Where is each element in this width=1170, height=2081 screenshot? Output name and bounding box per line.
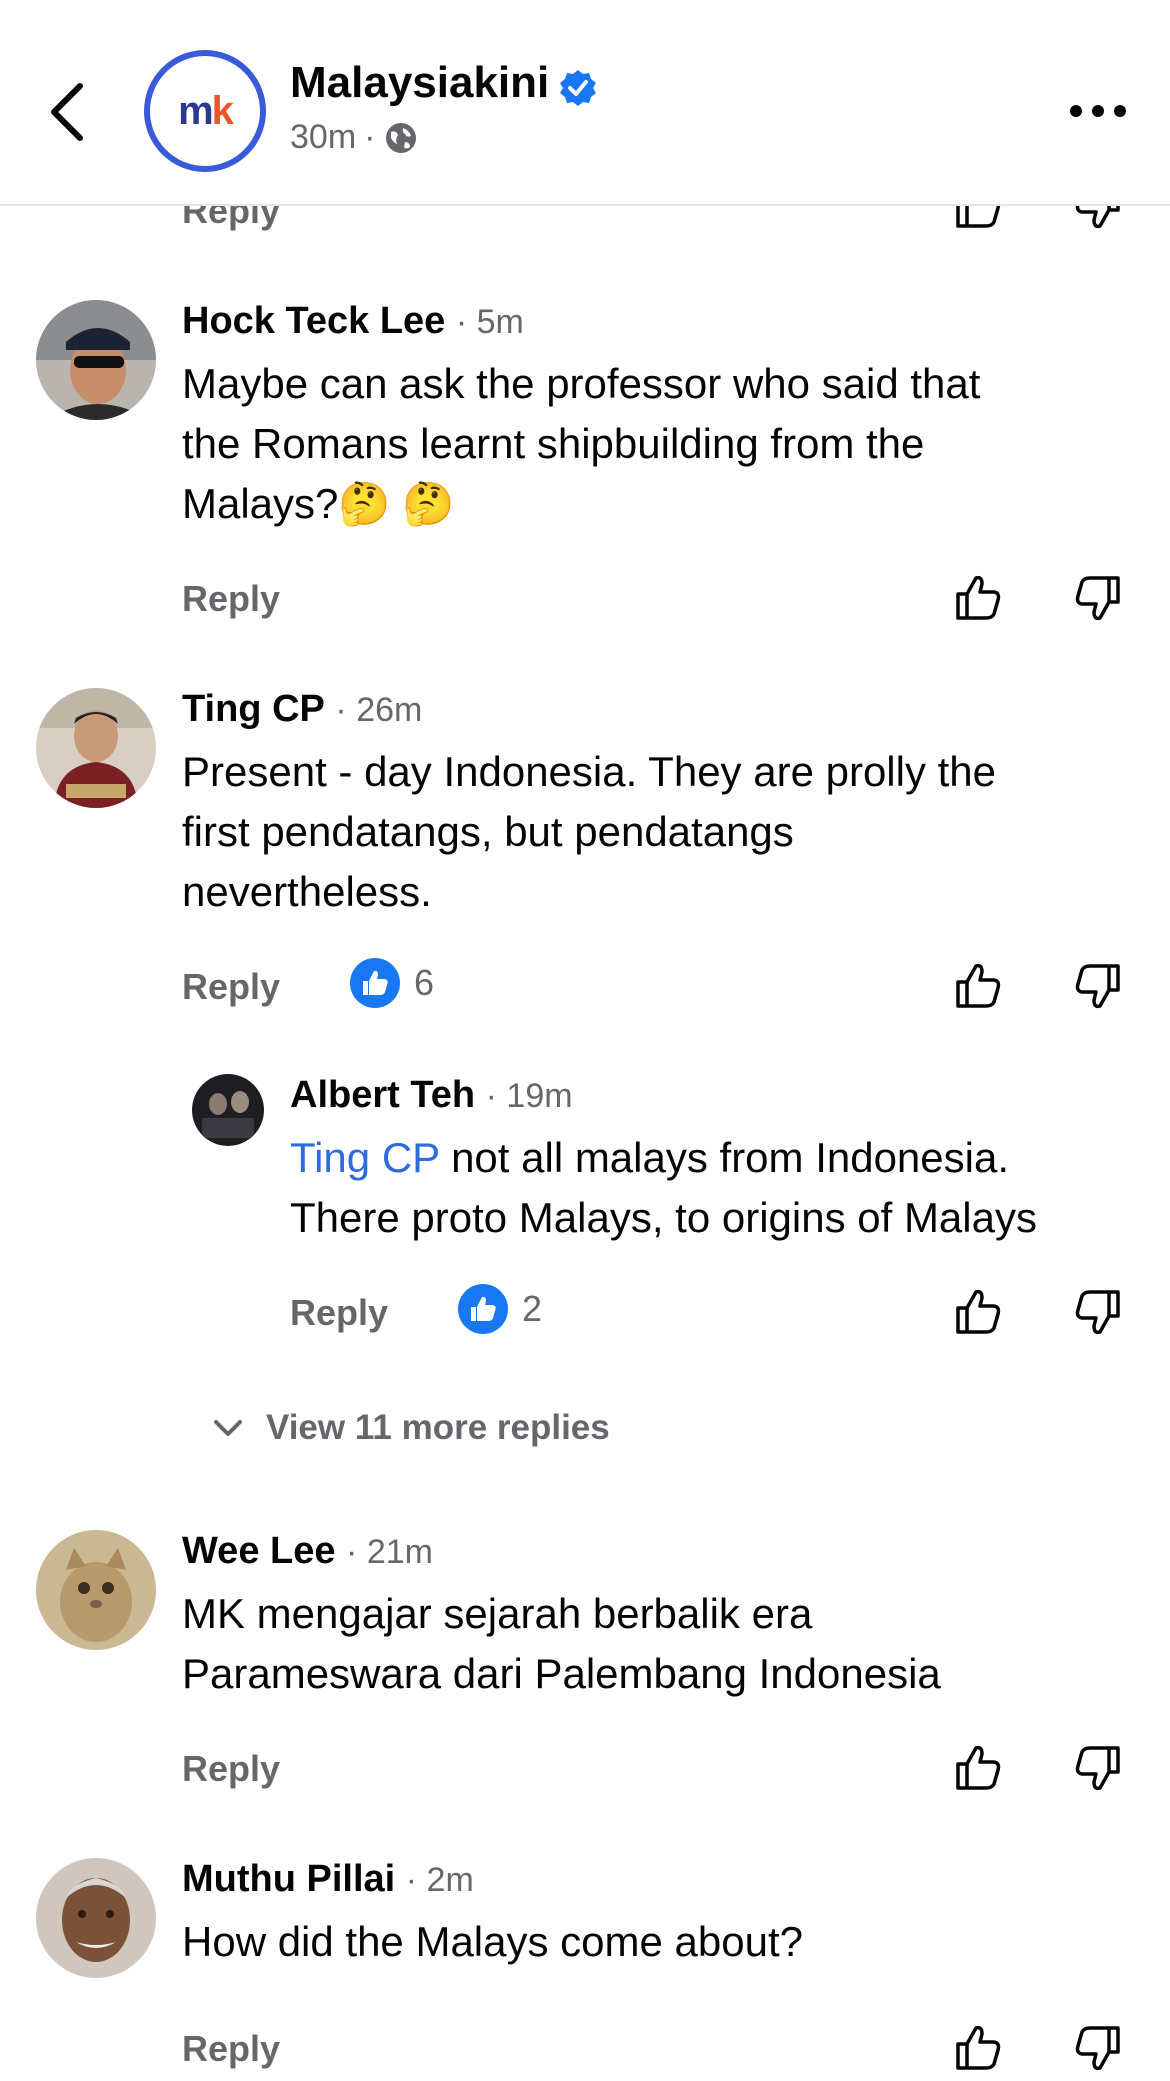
comment-header: Muthu Pillai · 2m xyxy=(182,1858,474,1901)
avatar-photo xyxy=(36,300,156,420)
avatar[interactable] xyxy=(192,1074,264,1146)
avatar-photo xyxy=(36,688,156,808)
avatar-photo xyxy=(36,1530,156,1650)
thumbs-up-icon[interactable] xyxy=(952,1286,1004,1338)
comment-text: MK mengajar sejarah berbalik era Parames… xyxy=(182,1584,941,1704)
comment-text-line: How did the Malays come about? xyxy=(182,1918,803,1965)
comment-time: · 2m xyxy=(405,1861,474,1899)
comment-text: Present - day Indonesia. They are prolly… xyxy=(182,742,996,922)
thumbs-down-icon[interactable] xyxy=(1072,2022,1124,2074)
page-name[interactable]: Malaysiakini xyxy=(290,58,549,108)
comment-time: · 26m xyxy=(335,691,423,729)
thumbs-down-icon[interactable] xyxy=(1072,1286,1124,1338)
back-button[interactable] xyxy=(40,72,100,152)
comment-text-line: Malays?🤔 🤔 xyxy=(182,480,455,527)
comment-header: Albert Teh · 19m xyxy=(290,1074,573,1117)
avatar[interactable] xyxy=(36,1858,156,1978)
post-time: 30m xyxy=(290,118,357,156)
comment-text-line: MK mengajar sejarah berbalik era xyxy=(182,1590,813,1637)
comment-text-line: Parameswara dari Palembang Indonesia xyxy=(182,1650,941,1697)
like-reaction-icon xyxy=(350,958,400,1008)
reaction-count: 2 xyxy=(522,1288,543,1329)
avatar-photo xyxy=(192,1074,264,1146)
thumbs-down-icon[interactable] xyxy=(1072,960,1124,1012)
commenter-name[interactable]: Albert Teh xyxy=(290,1074,475,1116)
comment-time: · 21m xyxy=(346,1533,433,1571)
more-options-button[interactable] xyxy=(1066,96,1130,126)
commenter-name[interactable]: Hock Teck Lee xyxy=(182,300,445,342)
page-avatar[interactable]: mk xyxy=(144,50,266,172)
like-reaction-icon xyxy=(458,1284,508,1334)
comment-text-line: Present - day Indonesia. They are prolly… xyxy=(182,748,997,795)
view-more-label: View 11 more replies xyxy=(266,1408,610,1447)
comment-text-line: Maybe can ask the professor who said tha… xyxy=(182,360,981,407)
avatar[interactable] xyxy=(36,688,156,808)
comment-text: How did the Malays come about? xyxy=(182,1912,803,1972)
comment-text: Ting CP not all malays from Indonesia. T… xyxy=(290,1128,1037,1248)
meta-separator: · xyxy=(364,118,376,156)
post-meta: 30m · xyxy=(290,118,419,157)
thumbs-up-icon[interactable] xyxy=(952,1742,1004,1794)
reaction-summary[interactable]: 2 xyxy=(458,1284,542,1334)
commenter-name[interactable]: Ting CP xyxy=(182,688,325,730)
thumbs-up-icon[interactable] xyxy=(952,572,1004,624)
more-icon xyxy=(1070,105,1126,117)
comment-text-line: first pendatangs, but pendatangs xyxy=(182,808,794,855)
comment-time: · 19m xyxy=(485,1077,573,1115)
reply-button[interactable]: Reply xyxy=(182,2028,280,2070)
chevron-down-icon xyxy=(214,1420,242,1436)
back-arrow-icon xyxy=(51,83,83,141)
avatar-photo xyxy=(36,1858,156,1978)
comment-header: Ting CP · 26m xyxy=(182,688,422,731)
avatar[interactable] xyxy=(36,1530,156,1650)
thumbs-up-icon[interactable] xyxy=(952,2022,1004,2074)
comment-header: Wee Lee · 21m xyxy=(182,1530,433,1573)
thumbs-down-icon[interactable] xyxy=(1072,1742,1124,1794)
reply-button[interactable]: Reply xyxy=(182,578,280,620)
reaction-summary[interactable]: 6 xyxy=(350,958,434,1008)
comment-text-rest: not all malays from Indonesia. xyxy=(439,1134,1010,1181)
reply-button[interactable]: Reply xyxy=(290,1292,388,1334)
reply-button[interactable]: Reply xyxy=(182,966,280,1008)
globe-icon xyxy=(386,122,417,153)
comment-text-line: the Romans learnt shipbuilding from the xyxy=(182,420,925,467)
view-more-replies-button[interactable]: View 11 more replies xyxy=(210,1408,610,1448)
comment-text-line: nevertheless. xyxy=(182,868,432,915)
reaction-count: 6 xyxy=(414,962,435,1003)
comment-time: · 5m xyxy=(455,303,524,341)
thumbs-down-icon[interactable] xyxy=(1072,572,1124,624)
comment-text-line: Ting CP not all malays from Indonesia. xyxy=(290,1128,1037,1188)
mention-link[interactable]: Ting CP xyxy=(290,1134,439,1181)
post-header: mk Malaysiakini 30m · xyxy=(0,0,1170,206)
verified-badge-icon xyxy=(560,70,596,106)
comment-header: Hock Teck Lee · 5m xyxy=(182,300,524,343)
thumbs-up-icon[interactable] xyxy=(952,960,1004,1012)
commenter-name[interactable]: Muthu Pillai xyxy=(182,1858,395,1900)
comment-text: Maybe can ask the professor who said tha… xyxy=(182,354,980,534)
page-logo: mk xyxy=(178,88,234,133)
reply-button[interactable]: Reply xyxy=(182,1748,280,1790)
comments-screen: mk Malaysiakini 30m · Reply Hock Teck Le… xyxy=(0,0,1170,2081)
commenter-name[interactable]: Wee Lee xyxy=(182,1530,335,1572)
avatar[interactable] xyxy=(36,300,156,420)
comment-text-line: There proto Malays, to origins of Malays xyxy=(290,1194,1037,1241)
